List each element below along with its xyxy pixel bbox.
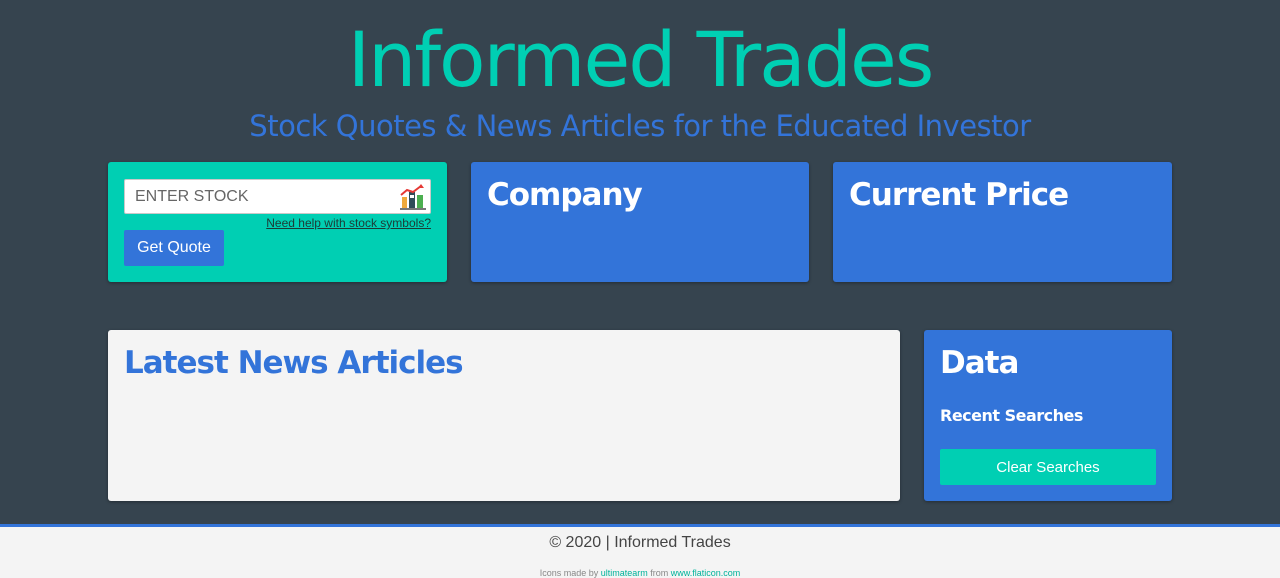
company-card: Company <box>471 162 809 282</box>
news-heading: Latest News Articles <box>124 345 464 381</box>
data-card: Data Recent Searches Clear Searches <box>924 330 1172 501</box>
recent-searches-heading: Recent Searches <box>940 406 1083 425</box>
stock-symbol-help-link[interactable]: Need help with stock symbols? <box>266 216 431 230</box>
current-price-heading: Current Price <box>849 177 1069 213</box>
stock-chart-icon <box>400 184 426 210</box>
stock-search-card: Need help with stock symbols? Get Quote <box>108 162 447 282</box>
stock-symbol-input[interactable] <box>125 180 430 213</box>
copyright-text: © 2020 | Informed Trades <box>549 534 731 551</box>
current-price-card: Current Price <box>833 162 1172 282</box>
attribution-site-link[interactable]: www.flaticon.com <box>671 568 741 578</box>
news-articles-card: Latest News Articles <box>108 330 900 501</box>
clear-searches-button[interactable]: Clear Searches <box>940 449 1156 485</box>
icon-attribution: Icons made by ultimatearm from www.flati… <box>0 568 1280 578</box>
attribution-prefix: Icons made by <box>539 568 599 578</box>
attribution-author-link[interactable]: ultimatearm <box>601 568 648 578</box>
footer: © 2020 | Informed Trades Icons made by u… <box>0 524 1280 578</box>
site-title: Informed Trades <box>347 15 935 104</box>
attribution-mid: from <box>650 568 669 578</box>
company-heading: Company <box>487 177 643 213</box>
data-heading: Data <box>940 345 1019 381</box>
site-subtitle: Stock Quotes & News Articles for the Edu… <box>249 109 1031 143</box>
get-quote-button[interactable]: Get Quote <box>124 230 224 266</box>
stock-input-wrapper <box>124 179 431 214</box>
